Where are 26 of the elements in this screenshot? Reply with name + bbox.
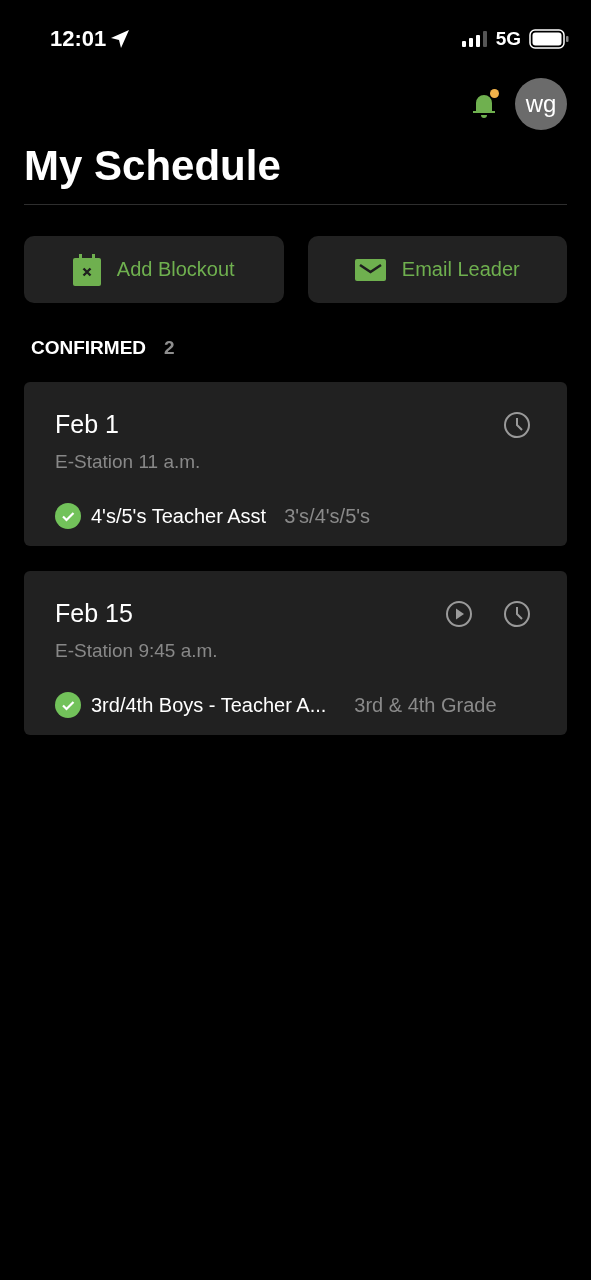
battery-icon [529,29,569,49]
schedule-card[interactable]: Feb 15 E-Station 9:45 a.m. 3rd/4th Boys - Teacher A... 3rd & 4th Grade [24,571,567,735]
card-subtitle: E-Station 9:45 a.m. [55,640,219,662]
page-title: My Schedule [24,142,567,205]
role-name: 3rd/4th Boys - Teacher A... [91,693,327,717]
signal-icon [461,31,488,47]
group-name: 3rd & 4th Grade [354,693,497,717]
clock-icon[interactable] [503,410,531,439]
email-button[interactable]: Email Leader [307,236,567,303]
blockout-button[interactable]: Add Blockout [24,236,284,303]
card-date: Feb 1 [55,410,119,439]
group-name: 3's/4's/5's [284,504,371,528]
section-count: 2 [164,337,175,359]
avatar[interactable]: wg [515,78,567,130]
section-title: CONFIRMED [31,337,147,359]
network-label: 5G [495,28,521,50]
clock-icon[interactable] [503,599,531,628]
clock-time: 12:01 [50,26,107,52]
play-icon[interactable] [445,599,473,628]
location-icon [110,29,131,49]
calendar-icon [72,253,101,286]
role-name: 4's/5's Teacher Asst [91,504,267,528]
card-date: Feb 15 [55,599,133,628]
card-subtitle: E-Station 11 a.m. [55,451,202,473]
envelope-icon [354,258,386,281]
schedule-card[interactable]: Feb 1 E-Station 11 a.m. 4's/5's Teacher Asst 3's/4's/5's [24,382,567,546]
